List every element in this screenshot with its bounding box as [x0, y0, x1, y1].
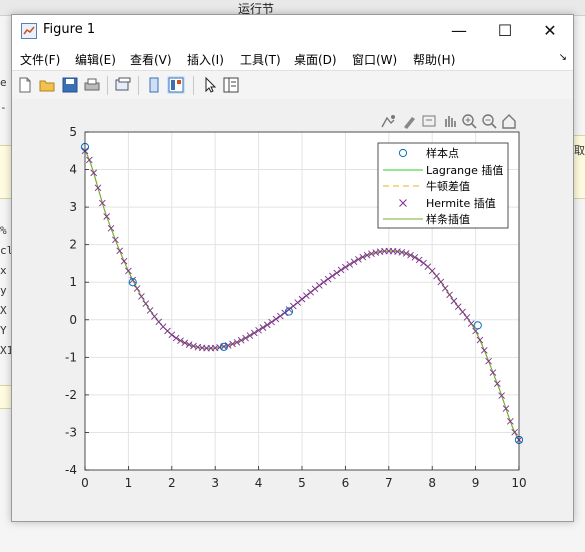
- figure-canvas: 0 1 2 3 4 5 6 7 8 9 10 -4 -3 -2 -1 0 1 2 3 4 5 样本点 Lagrange…: [12, 99, 573, 521]
- open-file-icon[interactable]: [38, 76, 56, 94]
- y-tick-label: 1: [69, 275, 77, 289]
- menu-view[interactable]: 查看(V): [130, 51, 172, 68]
- legend-label: 样条插值: [426, 212, 470, 226]
- toolbar-separator: [107, 76, 108, 95]
- toolbar-separator: [193, 76, 194, 95]
- toolbar-separator: [138, 76, 139, 95]
- x-tick-label: 5: [298, 476, 306, 490]
- axes-toolbar: [381, 114, 516, 129]
- x-tick-labels: 0 1 2 3 4 5 6 7 8 9 10: [81, 476, 526, 490]
- pointer-icon[interactable]: [200, 76, 218, 94]
- x-tick-label: 7: [385, 476, 393, 490]
- y-tick-labels: -4 -3 -2 -1 0 1 2 3 4 5: [65, 125, 77, 477]
- data-brush-icon[interactable]: [404, 117, 415, 129]
- property-editor-icon[interactable]: [222, 76, 240, 94]
- zoom-out-icon[interactable]: [482, 114, 497, 129]
- home-icon[interactable]: [502, 114, 516, 129]
- title-bar[interactable]: Figure 1 — ☐ ✕: [12, 15, 573, 46]
- x-tick-label: 8: [428, 476, 436, 490]
- menu-bar: 文件(F) 编辑(E) 查看(V) 插入(I) 工具(T) 桌面(D) 窗口(W…: [12, 46, 573, 70]
- x-tick-label: 10: [511, 476, 526, 490]
- x-tick-label: 4: [255, 476, 263, 490]
- y-tick-label: -4: [65, 463, 77, 477]
- menu-help[interactable]: 帮助(H): [413, 51, 455, 68]
- y-tick-label: 5: [69, 125, 77, 139]
- y-tick-label: 2: [69, 238, 77, 252]
- menu-tools[interactable]: 工具(T): [240, 51, 281, 68]
- menu-desktop[interactable]: 桌面(D): [294, 51, 337, 68]
- x-tick-label: 1: [125, 476, 133, 490]
- x-tick-label: 0: [81, 476, 89, 490]
- y-tick-label: -2: [65, 388, 77, 402]
- y-tick-label: 0: [69, 313, 77, 327]
- close-button[interactable]: ✕: [527, 15, 573, 46]
- data-tips-icon[interactable]: [422, 115, 436, 127]
- y-tick-label: 3: [69, 200, 77, 214]
- show-plot-tools-icon[interactable]: [167, 76, 185, 94]
- legend-label: Lagrange 插值: [426, 163, 503, 177]
- menu-file[interactable]: 文件(F): [20, 51, 60, 68]
- figure-window: Figure 1 — ☐ ✕ 文件(F) 编辑(E) 查看(V) 插入(I) 工…: [11, 14, 574, 522]
- y-tick-label: -1: [65, 350, 77, 364]
- figure-toolbar: [12, 70, 573, 100]
- menu-insert[interactable]: 插入(I): [187, 51, 224, 68]
- x-tick-label: 9: [472, 476, 480, 490]
- hide-plot-tools-icon[interactable]: [145, 76, 163, 94]
- right-code-fragment: 取: [574, 144, 585, 157]
- menu-edit[interactable]: 编辑(E): [75, 51, 116, 68]
- window-title: Figure 1: [43, 22, 96, 37]
- legend-label: 牛顿差值: [426, 179, 470, 193]
- new-figure-icon[interactable]: [16, 76, 34, 94]
- link-plot-icon[interactable]: [114, 76, 132, 94]
- legend-label: Hermite 插值: [426, 196, 496, 210]
- x-tick-label: 6: [342, 476, 350, 490]
- x-tick-label: 2: [168, 476, 176, 490]
- pan-icon[interactable]: [445, 116, 456, 127]
- print-icon[interactable]: [83, 76, 101, 94]
- brush-export-icon[interactable]: [381, 115, 395, 128]
- undock-arrow-icon[interactable]: ↘: [559, 52, 567, 63]
- y-tick-label: 4: [69, 163, 77, 177]
- matlab-figure-icon: [21, 23, 37, 39]
- save-icon[interactable]: [61, 76, 79, 94]
- legend-label: 样本点: [426, 146, 459, 160]
- minimize-button[interactable]: —: [436, 15, 482, 46]
- y-tick-label: -3: [65, 425, 77, 439]
- menu-window[interactable]: 窗口(W): [352, 51, 397, 68]
- zoom-in-icon[interactable]: [462, 114, 477, 129]
- x-tick-label: 3: [211, 476, 219, 490]
- maximize-button[interactable]: ☐: [482, 15, 528, 46]
- legend[interactable]: 样本点 Lagrange 插值 牛顿差值 Hermite 插值 样条插值: [377, 142, 509, 229]
- plot-svg: 0 1 2 3 4 5 6 7 8 9 10 -4 -3 -2 -1 0 1 2 3 4 5 样本点 Lagrange…: [65, 114, 527, 490]
